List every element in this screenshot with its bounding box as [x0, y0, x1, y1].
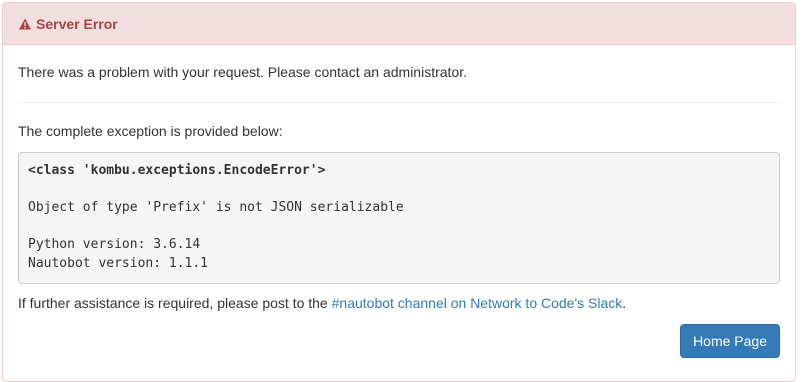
exception-block: <class 'kombu.exceptions.EncodeError'> O…: [18, 152, 780, 284]
help-suffix: .: [622, 295, 627, 311]
help-text: If further assistance is required, pleas…: [18, 284, 780, 313]
slack-channel-link[interactable]: #nautobot channel on Network to Code's S…: [332, 295, 623, 311]
error-message: There was a problem with your request. P…: [18, 64, 467, 80]
exception-spacer: [28, 181, 770, 200]
exception-spacer: [28, 218, 770, 237]
exception-detail: Object of type 'Prefix' is not JSON seri…: [28, 200, 404, 215]
warning-icon: [18, 17, 32, 31]
panel-title: Server Error: [36, 15, 118, 32]
exception-label: The complete exception is provided below…: [18, 123, 283, 139]
button-row: Home Page: [18, 324, 780, 358]
exception-class: <class 'kombu.exceptions.EncodeError'>: [28, 163, 326, 178]
error-panel: Server Error There was a problem with yo…: [2, 2, 796, 382]
nautobot-version: Nautobot version: 1.1.1: [28, 255, 209, 271]
home-page-button[interactable]: Home Page: [680, 324, 780, 358]
panel-body: There was a problem with your request. P…: [3, 45, 795, 358]
help-prefix: If further assistance is required, pleas…: [18, 295, 332, 311]
python-version: Python version: 3.6.14: [28, 237, 201, 252]
panel-heading: Server Error: [3, 3, 795, 45]
